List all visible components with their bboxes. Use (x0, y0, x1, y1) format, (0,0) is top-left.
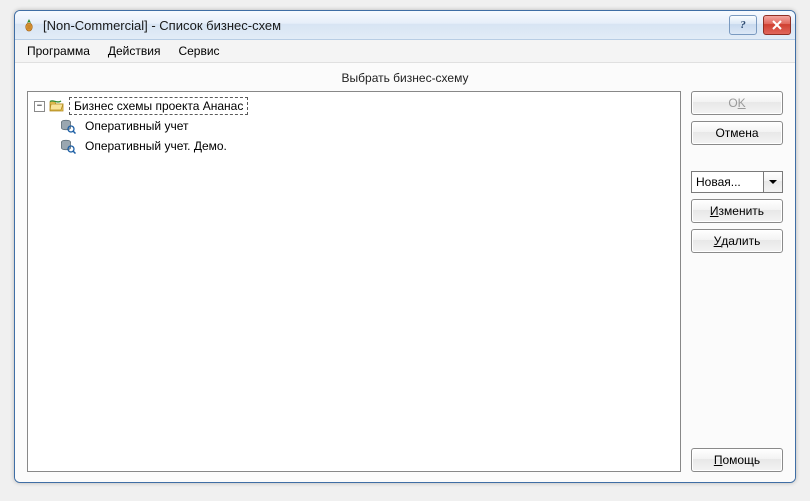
delete-rest: далить (721, 234, 760, 248)
folder-open-icon (49, 98, 65, 114)
close-button[interactable] (763, 15, 791, 35)
database-search-icon (60, 138, 76, 154)
window-title: [Non-Commercial] - Список бизнес-схем (43, 18, 723, 33)
tree-item[interactable]: Оперативный учет (32, 116, 676, 136)
scheme-tree[interactable]: − Бизнес схемы проекта Ананас (27, 91, 681, 472)
delete-button[interactable]: Удалить (691, 229, 783, 253)
database-search-icon (60, 118, 76, 134)
delete-ul: У (714, 234, 722, 248)
menu-actions[interactable]: Действия (100, 42, 169, 60)
ok-ul: K (738, 96, 746, 110)
change-rest: зменить (719, 204, 765, 218)
dialog-subtitle: Выбрать бизнес-схему (27, 69, 783, 91)
menu-program[interactable]: Программа (19, 42, 98, 60)
dialog-window: [Non-Commercial] - Список бизнес-схем ? … (14, 10, 796, 483)
combo-selected[interactable]: Новая... (691, 171, 763, 193)
chevron-down-icon (769, 178, 777, 186)
ok-pre: O (728, 96, 737, 110)
tree-item-label[interactable]: Оперативный учет (80, 117, 193, 135)
new-scheme-combo[interactable]: Новая... (691, 171, 783, 193)
titlebar: [Non-Commercial] - Список бизнес-схем ? (15, 11, 795, 40)
tree-item[interactable]: Оперативный учет. Демо. (32, 136, 676, 156)
help-button-bottom[interactable]: Помощь (691, 448, 783, 472)
side-pane: OK Отмена Новая... Изме (691, 91, 783, 472)
menubar: Программа Действия Сервис (15, 40, 795, 63)
help-ul: П (714, 453, 723, 467)
cancel-label: Отмена (715, 126, 758, 140)
combo-dropdown-button[interactable] (763, 171, 783, 193)
pineapple-icon (21, 17, 37, 33)
change-ul: И (710, 204, 719, 218)
ok-button[interactable]: OK (691, 91, 783, 115)
help-rest: омощь (722, 453, 760, 467)
change-button[interactable]: Изменить (691, 199, 783, 223)
menu-service[interactable]: Сервис (170, 42, 227, 60)
tree-root-label[interactable]: Бизнес схемы проекта Ананас (69, 97, 248, 115)
tree-item-label[interactable]: Оперативный учет. Демо. (80, 137, 232, 155)
tree-root-row[interactable]: − Бизнес схемы проекта Ананас (32, 96, 676, 116)
cancel-button[interactable]: Отмена (691, 121, 783, 145)
client-area: Выбрать бизнес-схему − (15, 63, 795, 482)
expander-icon[interactable]: − (34, 101, 45, 112)
help-button[interactable]: ? (729, 15, 757, 35)
